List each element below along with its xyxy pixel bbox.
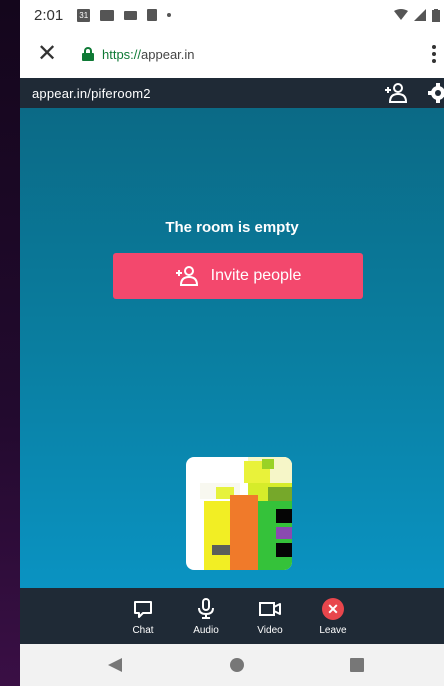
recent-apps-icon[interactable]	[350, 658, 364, 672]
chat-label: Chat	[132, 625, 154, 636]
self-video-preview[interactable]	[186, 457, 292, 570]
room-empty-message: The room is empty	[165, 219, 299, 236]
battery-icon	[432, 8, 440, 22]
chat-icon	[134, 601, 152, 618]
room-bar: appear.in/piferoom2	[20, 78, 444, 108]
microphone-icon	[198, 598, 214, 619]
notification-dot-icon	[167, 13, 172, 17]
video-area: The room is empty Invite people	[20, 108, 444, 588]
room-name: appear.in/piferoom2	[32, 85, 151, 101]
invite-people-label: Invite people	[210, 267, 302, 284]
lock-icon	[82, 47, 94, 61]
wifi-icon	[394, 9, 408, 20]
close-icon: ✕	[322, 598, 344, 620]
add-person-icon	[175, 266, 198, 286]
close-icon[interactable]: ✕	[36, 42, 58, 66]
calendar-icon: 31	[77, 8, 91, 22]
url-scheme: https://	[102, 46, 142, 62]
browser-url-bar: ✕ https://appear.in	[20, 30, 444, 78]
signal-icon	[414, 9, 426, 21]
audio-label: Audio	[193, 625, 219, 636]
photo-icon	[100, 9, 115, 21]
leave-label: Leave	[319, 625, 347, 636]
sd-card-icon	[147, 9, 158, 21]
leave-button[interactable]: ✕ Leave	[308, 597, 358, 636]
chat-button[interactable]: Chat	[118, 597, 168, 636]
url-field[interactable]: https://appear.in	[102, 47, 195, 62]
status-time: 2:01	[34, 6, 64, 24]
desktop-background	[0, 0, 20, 686]
add-person-icon[interactable]	[384, 82, 408, 104]
invite-people-button[interactable]: Invite people	[113, 253, 363, 299]
video-camera-icon	[124, 10, 138, 20]
android-nav-bar	[20, 644, 444, 686]
home-icon[interactable]	[230, 658, 244, 672]
more-options-icon[interactable]	[432, 45, 436, 63]
phone-screen: 2:01 31 ✕ https://appear.in appear.in/pi…	[20, 0, 444, 686]
back-icon[interactable]	[108, 658, 122, 672]
call-toolbar: Chat Audio Video ✕ Leave	[20, 588, 444, 644]
video-button[interactable]: Video	[245, 597, 295, 636]
video-label: Video	[257, 625, 283, 636]
status-bar: 2:01 31	[20, 0, 444, 30]
gear-icon[interactable]	[428, 83, 444, 103]
url-host: appear.in	[141, 46, 195, 62]
video-camera-icon	[259, 602, 281, 616]
audio-button[interactable]: Audio	[181, 597, 231, 636]
